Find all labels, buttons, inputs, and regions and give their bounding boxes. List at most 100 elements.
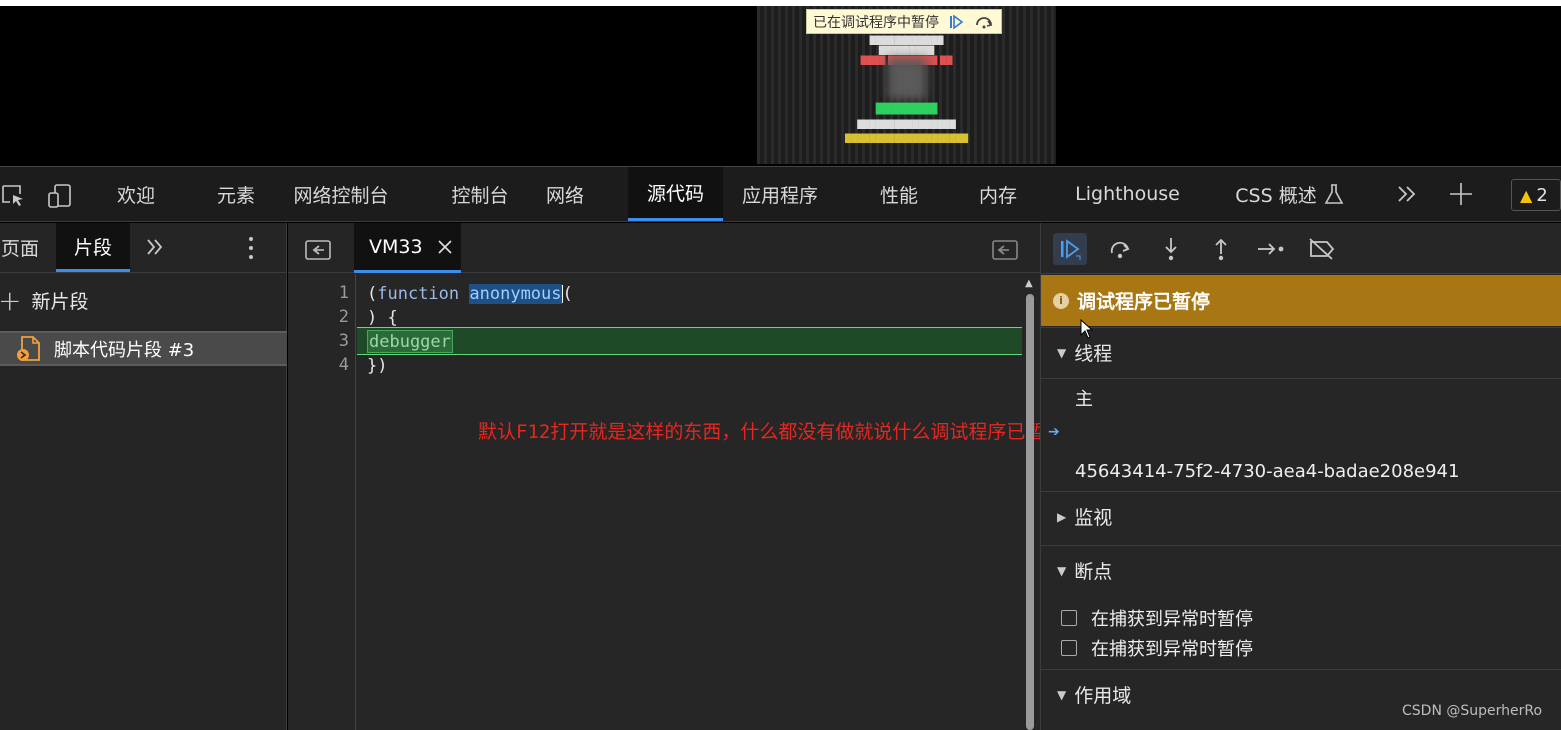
new-snippet-label: 新片段 — [31, 290, 89, 313]
code-keyword: function — [377, 284, 460, 304]
editor-tab-label: VM33 — [369, 235, 423, 258]
expand-triangle-down-icon: ▼ — [1057, 563, 1067, 578]
step-out-button[interactable] — [1204, 233, 1238, 265]
threads-label: 线程 — [1074, 343, 1113, 365]
tab-lighthouse[interactable]: Lighthouse — [1070, 167, 1185, 221]
paused-in-debugger-overlay: 已在调试程序中暂停 — [806, 9, 1002, 34]
resume-button[interactable] — [1053, 233, 1087, 265]
expand-triangle-right-icon: ▶ — [1057, 509, 1067, 524]
more-options-kebab-icon[interactable] — [243, 235, 259, 265]
paused-status-banner: i 调试程序已暂停 — [1041, 275, 1561, 326]
checkbox-label: 在捕获到异常时暂停 — [1091, 639, 1253, 660]
tab-memory[interactable]: 内存 — [966, 167, 1030, 221]
tab-sources[interactable]: 源代码 — [628, 167, 723, 221]
new-snippet-button[interactable]: + 新片段 — [0, 279, 287, 321]
thread-main-row[interactable]: 主 — [1041, 378, 1561, 416]
editor-tabbar: VM33 — [288, 223, 1040, 273]
toggle-navigator-icon[interactable] — [305, 240, 331, 260]
tab-elements[interactable]: 元素 — [200, 167, 272, 221]
tab-welcome[interactable]: 欢迎 — [100, 167, 172, 221]
nav-tab-page[interactable]: 页面 — [0, 223, 40, 272]
close-tab-icon[interactable] — [437, 239, 453, 255]
scope-label: 作用域 — [1074, 685, 1132, 707]
more-nav-tabs-chevron-icon[interactable] — [144, 235, 168, 263]
add-tab-plus-icon[interactable] — [1448, 181, 1476, 209]
code-line-1: (function anonymous( — [367, 282, 573, 306]
thread-id-label: 45643414-75f2-4730-aea4-badae208e941 — [1075, 460, 1460, 482]
tab-console[interactable]: 控制台 — [440, 167, 520, 221]
step-icon — [1258, 243, 1284, 255]
step-out-icon — [1215, 238, 1227, 261]
csdn-watermark: CSDN @SuperherRo — [1402, 703, 1543, 719]
nav-tab-snippets[interactable]: 片段 — [56, 223, 130, 272]
checkbox[interactable] — [1061, 640, 1077, 656]
more-tabs-chevron-icon[interactable] — [1394, 181, 1422, 209]
snippet-list-item[interactable]: 脚本代码片段 #3 — [0, 331, 287, 366]
paused-banner-text: 调试程序已暂停 — [1077, 291, 1211, 313]
watch-section-header[interactable]: ▶ 监视 — [1041, 491, 1561, 541]
page-viewport: ████████████ █████████ ████ ██ ██████ ██ … — [0, 0, 1561, 166]
code-token: ( — [367, 284, 378, 304]
page-line: ████████████████ — [857, 120, 956, 129]
pause-on-caught-exceptions-option[interactable]: 在捕获到异常时暂停 — [1041, 603, 1561, 633]
deactivate-breakpoints-button[interactable] — [1305, 233, 1339, 265]
threads-section-header[interactable]: ▼ 线程 — [1041, 327, 1561, 377]
snippet-file-icon — [17, 335, 40, 361]
scrollbar-thumb[interactable] — [1026, 294, 1034, 730]
tab-network-console[interactable]: 网络控制台 — [284, 167, 398, 221]
overlay-step-over-button[interactable] — [973, 12, 995, 32]
code-token: ( — [562, 284, 573, 304]
debugger-sidebar: i 调试程序已暂停 ▼ 线程 主 45643414-75f2-4730-aea4… — [1040, 223, 1561, 730]
line-number[interactable]: 3 — [339, 331, 349, 351]
warning-count: 2 — [1536, 184, 1548, 206]
inspect-element-icon[interactable] — [0, 182, 28, 210]
expand-triangle-down-icon: ▼ — [1057, 345, 1067, 360]
line-number[interactable]: 4 — [339, 355, 349, 375]
tab-network[interactable]: 网络 — [535, 167, 595, 221]
line-number[interactable]: 1 — [339, 283, 349, 303]
debugger-toolbar — [1041, 223, 1561, 274]
code-area[interactable]: debugger (function anonymous( ) { }) 默认F… — [357, 274, 1234, 730]
step-into-button[interactable] — [1154, 233, 1188, 265]
tab-application[interactable]: 应用程序 — [733, 167, 827, 221]
breakpoints-label: 断点 — [1074, 561, 1113, 583]
deactivate-breakpoints-icon — [1309, 238, 1335, 260]
page-line: ████████ — [875, 104, 938, 115]
tab-css-overview[interactable]: CSS 概述 — [1230, 167, 1322, 221]
paused-overlay-text: 已在调试程序中暂停 — [813, 14, 939, 31]
tab-performance[interactable]: 性能 — [867, 167, 931, 221]
scroll-up-arrow-icon[interactable]: ▲ — [1025, 278, 1033, 289]
step-into-icon — [1165, 238, 1177, 261]
line-number-gutter[interactable]: 1 2 3 4 — [288, 274, 356, 730]
watch-label: 监视 — [1074, 507, 1113, 529]
device-emulation-icon[interactable] — [46, 182, 74, 210]
current-thread-arrow-icon: ➔ — [1048, 424, 1060, 440]
plus-icon: + — [0, 283, 22, 317]
step-over-icon — [976, 16, 993, 28]
editor-scrollbar[interactable]: ▲ — [1024, 278, 1036, 730]
mouse-pointer-icon — [1080, 319, 1094, 339]
blurred-image — [887, 58, 927, 100]
line-number[interactable]: 2 — [339, 307, 349, 327]
thread-main-label: 主 — [1075, 388, 1093, 410]
warnings-badge[interactable]: ▲ 2 — [1511, 179, 1561, 211]
checkbox[interactable] — [1061, 610, 1077, 626]
selected-function-name: anonymous — [469, 284, 562, 304]
expand-triangle-down-icon: ▼ — [1057, 687, 1067, 702]
pause-on-exceptions-option[interactable]: 在捕获到异常时暂停 — [1041, 633, 1561, 663]
resume-icon — [1061, 239, 1081, 260]
code-line-4: }) — [367, 356, 388, 376]
warning-triangle-icon: ▲ — [1520, 185, 1533, 205]
thread-id-row[interactable]: 45643414-75f2-4730-aea4-badae208e941 — [1041, 451, 1561, 491]
snippet-name: 脚本代码片段 #3 — [54, 339, 195, 361]
step-over-button[interactable] — [1104, 233, 1138, 265]
page-line: █████████ — [878, 46, 935, 55]
overlay-resume-button[interactable] — [945, 12, 967, 32]
step-button[interactable] — [1254, 233, 1288, 265]
page-line: ████████████████████ — [844, 134, 969, 143]
sources-navigator: 页面 片段 + 新片段 脚本代码片段 #3 — [0, 223, 287, 730]
breakpoints-section-header[interactable]: ▼ 断点 — [1041, 545, 1561, 595]
toggle-debugger-icon[interactable] — [992, 240, 1018, 260]
editor-tab-vm33[interactable]: VM33 — [354, 223, 461, 273]
